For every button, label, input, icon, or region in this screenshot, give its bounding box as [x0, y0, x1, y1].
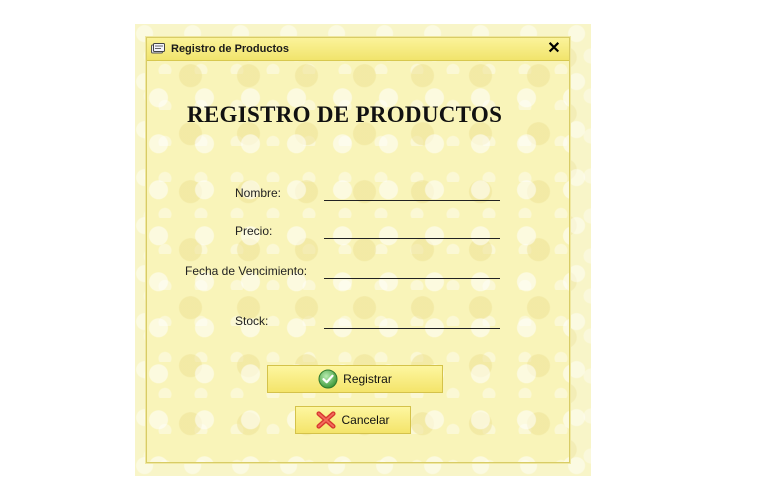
nombre-label: Nombre:: [235, 186, 282, 200]
stock-label: Stock:: [235, 314, 269, 328]
title-bar[interactable]: Registro de Productos ✕: [147, 38, 569, 61]
register-button[interactable]: Registrar: [267, 365, 443, 393]
form-heading: REGISTRO DE PRODUCTOS: [187, 102, 503, 127]
precio-field[interactable]: [324, 220, 500, 239]
window-title: Registro de Productos: [171, 43, 289, 55]
close-button[interactable]: ✕: [545, 39, 563, 59]
nombre-field[interactable]: [324, 182, 500, 201]
precio-label: Precio:: [235, 224, 273, 238]
fecha-vencimiento-field[interactable]: [324, 260, 500, 279]
app-window-icon: [151, 42, 167, 56]
stock-field[interactable]: [324, 310, 500, 329]
register-button-label: Registrar: [343, 372, 392, 386]
red-x-icon: [316, 410, 337, 430]
cancel-button[interactable]: Cancelar: [295, 406, 411, 434]
cancel-button-label: Cancelar: [341, 413, 390, 427]
fecha-vencimiento-label: Fecha de Vencimiento:: [185, 264, 308, 278]
product-registration-window: Registro de Productos ✕ REGISTRO DE PROD…: [146, 37, 570, 463]
check-circle-icon: [318, 369, 338, 389]
